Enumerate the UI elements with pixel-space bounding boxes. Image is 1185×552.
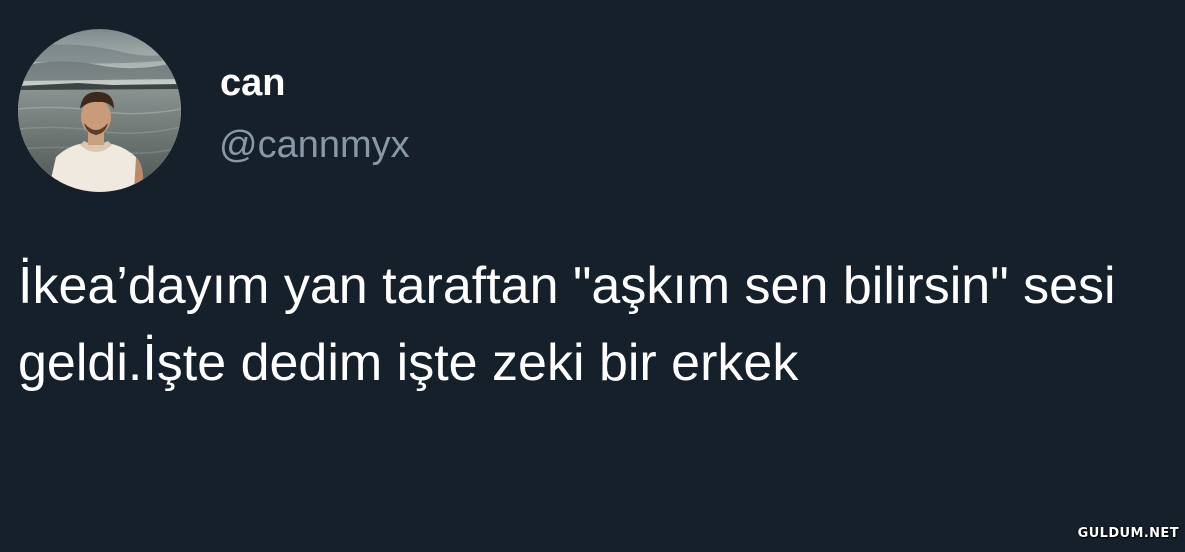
tweet-card: can @cannmyx İkea’dayım yan taraftan "aş…	[0, 0, 1185, 552]
user-handle[interactable]: @cannmyx	[219, 122, 410, 168]
watermark: GULDUM.NET	[1077, 526, 1179, 541]
display-name[interactable]: can	[220, 60, 285, 106]
tweet-text: İkea’dayım yan taraftan "aşkım sen bilir…	[18, 257, 1116, 392]
profile-photo-icon	[18, 29, 181, 192]
avatar[interactable]	[18, 29, 181, 192]
